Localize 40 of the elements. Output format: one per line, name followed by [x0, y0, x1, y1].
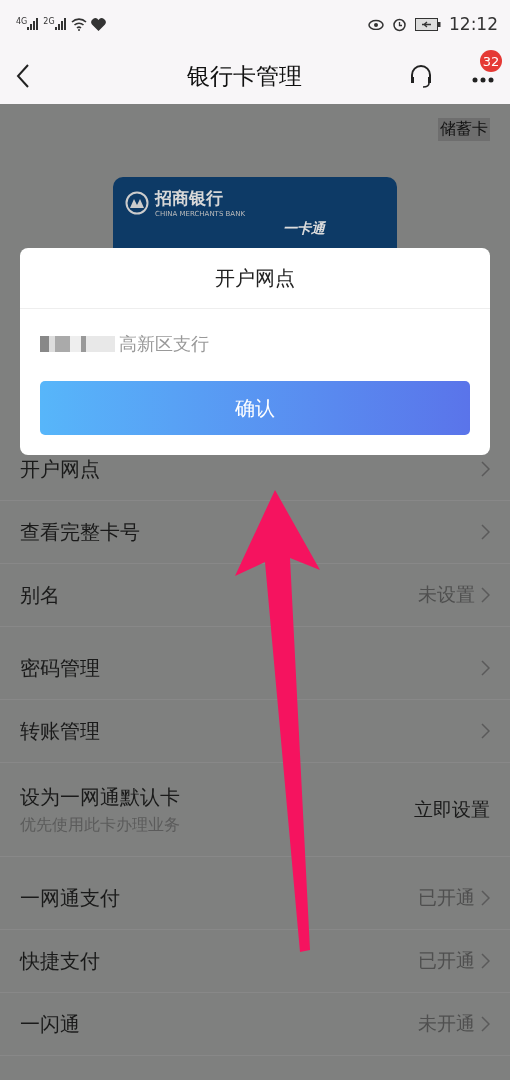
- bank-name: 招商银行: [155, 187, 224, 210]
- page-title: 银行卡管理: [185, 61, 303, 91]
- bank-logo-icon: [125, 190, 149, 215]
- eye-icon: [368, 18, 384, 30]
- card-product-name: 一卡通: [283, 220, 325, 238]
- row-label: 开户网点: [20, 455, 101, 483]
- notification-badge: 32: [480, 50, 502, 72]
- row-label: 一网通支付: [20, 884, 121, 912]
- chevron-icon: [481, 524, 490, 540]
- network-label: 2G: [43, 18, 55, 26]
- network-label: 4G: [16, 18, 28, 26]
- chevron-icon: [481, 953, 490, 969]
- row-label: 转账管理: [20, 717, 101, 745]
- back-icon[interactable]: [16, 64, 30, 88]
- chevron-icon: [481, 1016, 490, 1032]
- row-label: 密码管理: [20, 654, 101, 682]
- row-label: 查看完整卡号: [20, 518, 141, 546]
- alarm-icon: [392, 16, 407, 32]
- card-type-label: 储蓄卡: [438, 118, 490, 141]
- battery-icon: [415, 17, 441, 31]
- row-label: 别名: [20, 581, 61, 609]
- chevron-icon: [481, 890, 490, 906]
- confirm-button[interactable]: 确认: [40, 381, 470, 435]
- dialog-title: 开户网点: [20, 248, 490, 309]
- signal-icon: [27, 18, 40, 30]
- row-value: 立即设置: [414, 796, 490, 822]
- chevron-icon: [481, 461, 490, 477]
- wifi-icon: [70, 17, 87, 31]
- chevron-icon: [481, 587, 490, 603]
- heart-icon: [90, 17, 106, 31]
- row-label: 设为一网通默认卡: [20, 783, 181, 811]
- chevron-icon: [481, 723, 490, 739]
- headset-icon[interactable]: [408, 63, 434, 89]
- more-icon[interactable]: [472, 77, 494, 83]
- row-label: 一闪通: [20, 1010, 81, 1038]
- clock-time: 12:12: [449, 14, 498, 34]
- branch-name: 高新区支行: [119, 332, 209, 356]
- chevron-icon: [481, 660, 490, 676]
- row-label: 快捷支付: [20, 947, 101, 975]
- signal-icon: [54, 18, 67, 30]
